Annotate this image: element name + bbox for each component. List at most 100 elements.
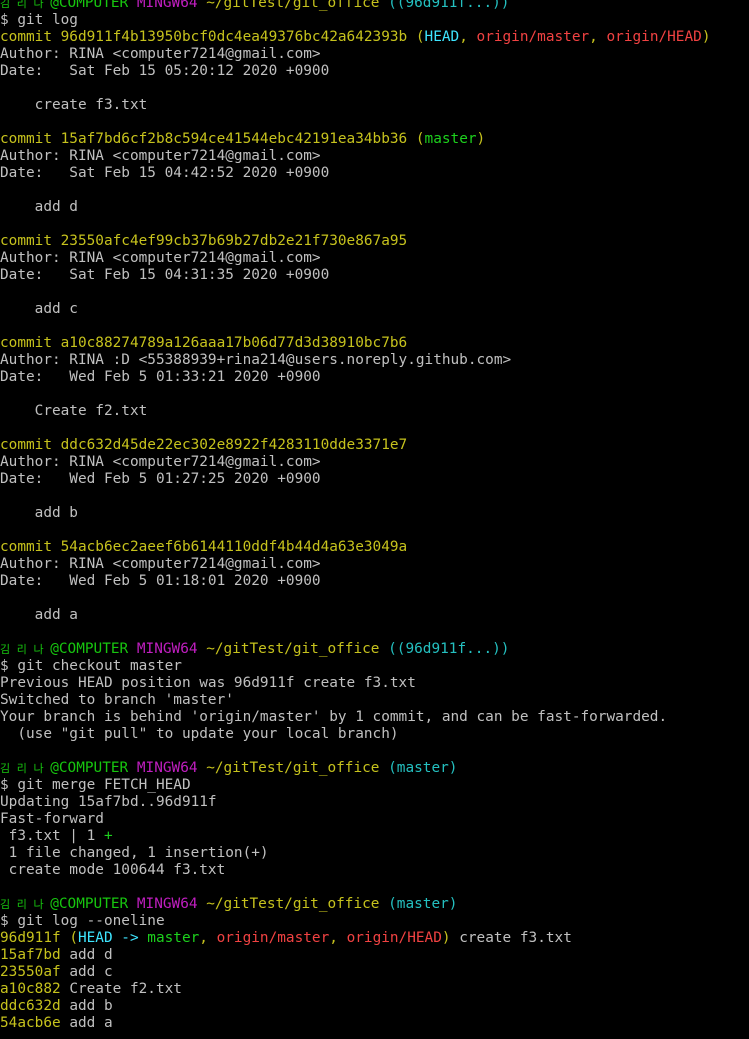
terminal-line: Create f2.txt bbox=[0, 403, 148, 420]
terminal-text-segment: create mode 100644 f3.txt bbox=[0, 862, 226, 878]
terminal-text-segment: Author: RINA <computer7214@gmail.com> bbox=[0, 46, 321, 62]
terminal-text-segment: MINGW64 bbox=[136, 0, 207, 11]
terminal-text-segment: create f3.txt bbox=[450, 930, 572, 946]
terminal-line: Author: RINA <computer7214@gmail.com> bbox=[0, 46, 321, 63]
terminal-text-segment: , bbox=[589, 29, 607, 45]
terminal-text-segment: 1 file changed, 1 insertion(+) bbox=[0, 845, 269, 861]
terminal-text-segment: (use "git pull" to update your local bra… bbox=[0, 726, 399, 742]
terminal-text-segment: 김 리 나 bbox=[0, 762, 51, 775]
terminal-line: Date: Sat Feb 15 04:31:35 2020 +0900 bbox=[0, 267, 329, 284]
terminal-text-segment: @COMPUTER bbox=[50, 641, 137, 657]
terminal-line: 김 리 나 @COMPUTER MINGW64 ~/gitTest/git_of… bbox=[0, 760, 457, 777]
terminal-text-segment: 23550af bbox=[0, 964, 70, 980]
terminal-text-segment: , bbox=[199, 930, 217, 946]
terminal-text-segment: Create f2.txt bbox=[69, 981, 182, 997]
terminal-text-segment: ( bbox=[69, 930, 78, 946]
terminal-line: Fast-forward bbox=[0, 811, 104, 828]
terminal-line: 23550af add c bbox=[0, 964, 113, 981]
terminal-text-segment: Author: RINA <computer7214@gmail.com> bbox=[0, 250, 321, 266]
terminal-text-segment: HEAD bbox=[424, 29, 460, 45]
terminal-text-segment: ((96d911f...)) bbox=[388, 641, 510, 657]
terminal-line: commit 15af7bd6cf2b8c594ce41544ebc42191e… bbox=[0, 131, 485, 148]
terminal-line: $ git merge FETCH_HEAD bbox=[0, 777, 191, 794]
terminal-text-segment: $ git checkout master bbox=[0, 658, 182, 674]
terminal-text-segment: MINGW64 bbox=[136, 760, 207, 776]
terminal-text-segment: @COMPUTER bbox=[50, 0, 137, 11]
terminal-window[interactable]: 김 리 나 @COMPUTER MINGW64 ~/gitTest/git_of… bbox=[0, 0, 749, 1039]
terminal-text-segment: add a bbox=[69, 1015, 113, 1031]
terminal-text-segment: a10c882 bbox=[0, 981, 70, 997]
terminal-line: Author: RINA <computer7214@gmail.com> bbox=[0, 556, 321, 573]
terminal-line: 54acb6e add a bbox=[0, 1015, 113, 1032]
terminal-text-segment: HEAD -> bbox=[77, 930, 148, 946]
terminal-text-segment: Switched to branch 'master' bbox=[0, 692, 234, 708]
terminal-text-segment: ) bbox=[701, 29, 711, 45]
terminal-line: $ git log --oneline bbox=[0, 913, 165, 930]
terminal-text-segment: 54acb6e bbox=[0, 1015, 70, 1031]
terminal-text-segment: add d bbox=[69, 947, 113, 963]
terminal-line: add d bbox=[0, 199, 78, 216]
terminal-text-segment: $ git log bbox=[0, 12, 78, 28]
terminal-line: 96d911f (HEAD -> master, origin/master, … bbox=[0, 930, 572, 947]
terminal-text-segment: Previous HEAD position was 96d911f creat… bbox=[0, 675, 416, 691]
terminal-line: Date: Sat Feb 15 04:42:52 2020 +0900 bbox=[0, 165, 329, 182]
terminal-line: a10c882 Create f2.txt bbox=[0, 981, 182, 998]
terminal-text-segment: (master) bbox=[388, 896, 458, 912]
terminal-line: Your branch is behind 'origin/master' by… bbox=[0, 709, 667, 726]
terminal-text-segment: Author: RINA <computer7214@gmail.com> bbox=[0, 148, 321, 164]
terminal-line: Date: Wed Feb 5 01:27:25 2020 +0900 bbox=[0, 471, 321, 488]
terminal-text-segment: add d bbox=[0, 199, 78, 215]
terminal-line: Author: RINA :D <55388939+rina214@users.… bbox=[0, 352, 511, 369]
terminal-text-segment: ) bbox=[476, 131, 486, 147]
terminal-text-segment: Date: Sat Feb 15 05:20:12 2020 +0900 bbox=[0, 63, 330, 79]
terminal-text-segment: ~/gitTest/git_office bbox=[206, 0, 389, 11]
terminal-text-segment: Fast-forward bbox=[0, 811, 104, 827]
terminal-line: f3.txt | 1 + bbox=[0, 828, 113, 845]
terminal-text-segment: 김 리 나 bbox=[0, 898, 51, 911]
terminal-text-segment: add a bbox=[0, 607, 78, 623]
terminal-text-segment: Date: Sat Feb 15 04:42:52 2020 +0900 bbox=[0, 165, 330, 181]
terminal-text-segment: add c bbox=[0, 301, 78, 317]
terminal-line: Author: RINA <computer7214@gmail.com> bbox=[0, 250, 321, 267]
terminal-text-segment: Updating 15af7bd..96d911f bbox=[0, 794, 217, 810]
terminal-text-segment: (master) bbox=[388, 760, 458, 776]
terminal-text-segment: 15af7bd bbox=[0, 947, 70, 963]
terminal-text-segment: commit ddc632d45de22ec302e8922f4283110dd… bbox=[0, 437, 408, 453]
terminal-line: Date: Sat Feb 15 05:20:12 2020 +0900 bbox=[0, 63, 329, 80]
terminal-text-segment: 김 리 나 bbox=[0, 643, 51, 656]
terminal-text-segment: ddc632d bbox=[0, 998, 70, 1014]
terminal-text-segment: + bbox=[103, 828, 113, 844]
terminal-line: 1 file changed, 1 insertion(+) bbox=[0, 845, 269, 862]
terminal-text-segment: ( bbox=[415, 131, 425, 147]
terminal-text-segment: ~/gitTest/git_office bbox=[206, 760, 389, 776]
terminal-text-segment: Your branch is behind 'origin/master' by… bbox=[0, 709, 668, 725]
terminal-line: Author: RINA <computer7214@gmail.com> bbox=[0, 148, 321, 165]
terminal-text-segment: ~/gitTest/git_office bbox=[206, 641, 389, 657]
terminal-text-segment: $ git merge FETCH_HEAD bbox=[0, 777, 191, 793]
terminal-text-segment: Create f2.txt bbox=[0, 403, 148, 419]
terminal-text-segment: master bbox=[424, 131, 477, 147]
terminal-text-segment: MINGW64 bbox=[136, 896, 207, 912]
terminal-line: commit 96d911f4b13950bcf0dc4ea49376bc42a… bbox=[0, 29, 710, 46]
terminal-text-segment: create f3.txt bbox=[0, 97, 148, 113]
terminal-text-segment: Date: Sat Feb 15 04:31:35 2020 +0900 bbox=[0, 267, 330, 283]
terminal-line: 김 리 나 @COMPUTER MINGW64 ~/gitTest/git_of… bbox=[0, 896, 457, 913]
terminal-text-segment: add b bbox=[0, 505, 78, 521]
terminal-text-segment: master bbox=[147, 930, 200, 946]
terminal-text-segment: origin/HEAD bbox=[606, 29, 702, 45]
terminal-text-segment: @COMPUTER bbox=[50, 896, 137, 912]
terminal-text-segment: origin/master bbox=[216, 930, 330, 946]
terminal-text-segment: Author: RINA :D <55388939+rina214@users.… bbox=[0, 352, 512, 368]
terminal-line: 김 리 나 @COMPUTER MINGW64 ~/gitTest/git_of… bbox=[0, 641, 509, 658]
terminal-line: Previous HEAD position was 96d911f creat… bbox=[0, 675, 416, 692]
terminal-text-segment: Date: Wed Feb 5 01:27:25 2020 +0900 bbox=[0, 471, 321, 487]
terminal-line: Switched to branch 'master' bbox=[0, 692, 234, 709]
terminal-text-segment: 96d911f bbox=[0, 930, 70, 946]
terminal-line: Date: Wed Feb 5 01:18:01 2020 +0900 bbox=[0, 573, 321, 590]
terminal-line: commit a10c88274789a126aaa17b06d77d3d389… bbox=[0, 335, 407, 352]
terminal-text-segment: commit 23550afc4ef99cb37b69b27db2e21f730… bbox=[0, 233, 408, 249]
terminal-text-segment: , bbox=[459, 29, 477, 45]
terminal-line: add b bbox=[0, 505, 78, 522]
terminal-line: 김 리 나 @COMPUTER MINGW64 ~/gitTest/git_of… bbox=[0, 0, 509, 12]
terminal-line: commit ddc632d45de22ec302e8922f4283110dd… bbox=[0, 437, 407, 454]
